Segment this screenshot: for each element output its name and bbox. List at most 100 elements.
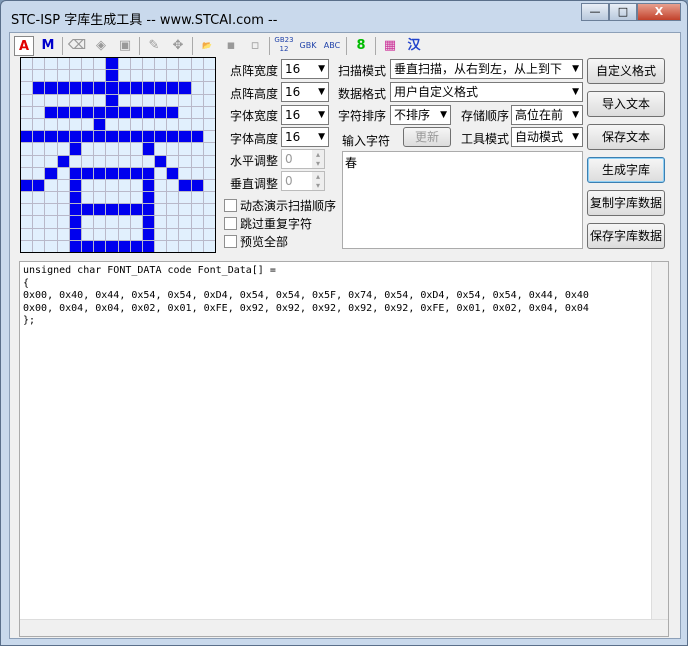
bitmap-cell[interactable]	[167, 82, 179, 94]
bitmap-cell[interactable]	[179, 204, 191, 216]
bitmap-cell[interactable]	[106, 58, 118, 70]
bitmap-cell[interactable]	[106, 216, 118, 228]
bitmap-cell[interactable]	[142, 155, 155, 167]
bitmap-cell[interactable]	[45, 58, 57, 70]
char-order-select[interactable]: 不排序	[390, 105, 451, 125]
bitmap-cell[interactable]	[69, 70, 81, 82]
bitmap-cell[interactable]	[45, 143, 57, 155]
bitmap-cell[interactable]	[57, 58, 69, 70]
bitmap-cell[interactable]	[45, 94, 57, 106]
bitmap-cell[interactable]	[130, 82, 142, 94]
pencil-icon[interactable]: ✎	[144, 36, 164, 56]
bitmap-cell[interactable]	[155, 204, 167, 216]
bitmap-cell[interactable]	[45, 240, 57, 252]
bitmap-cell[interactable]	[179, 94, 191, 106]
bitmap-cell[interactable]	[130, 94, 142, 106]
bitmap-cell[interactable]	[33, 106, 45, 118]
input-chars-field[interactable]: 春	[342, 151, 583, 249]
bitmap-cell[interactable]	[81, 155, 94, 167]
bitmap-cell[interactable]	[21, 179, 33, 192]
bitmap-cell[interactable]	[21, 143, 33, 155]
bitmap-cell[interactable]	[155, 240, 167, 252]
bitmap-cell[interactable]	[142, 106, 155, 118]
bitmap-cell[interactable]	[130, 106, 142, 118]
bitmap-cell[interactable]	[21, 118, 33, 131]
bitmap-cell[interactable]	[81, 94, 94, 106]
bitmap-cell[interactable]	[118, 204, 130, 216]
bitmap-cell[interactable]	[81, 179, 94, 192]
output-code-area[interactable]: unsigned char FONT_DATA code Font_Data[]…	[19, 261, 669, 637]
bitmap-cell[interactable]	[81, 228, 94, 240]
bitmap-cell[interactable]	[130, 70, 142, 82]
bitmap-cell[interactable]	[179, 228, 191, 240]
bitmap-cell[interactable]	[191, 204, 203, 216]
bitmap-cell[interactable]	[81, 58, 94, 70]
scan-mode-select[interactable]: 垂直扫描，从右到左，从上到下	[390, 59, 583, 79]
bitmap-cell[interactable]	[191, 58, 203, 70]
bitmap-cell[interactable]	[45, 70, 57, 82]
bitmap-cell[interactable]	[203, 167, 215, 179]
bitmap-cell[interactable]	[57, 240, 69, 252]
bitmap-cell[interactable]	[155, 106, 167, 118]
bitmap-cell[interactable]	[81, 131, 94, 143]
bitmap-cell[interactable]	[57, 155, 69, 167]
bitmap-cell[interactable]	[69, 167, 81, 179]
bitmap-cell[interactable]	[94, 143, 106, 155]
bitmap-cell[interactable]	[142, 143, 155, 155]
bitmap-cell[interactable]	[106, 228, 118, 240]
bitmap-cell[interactable]	[167, 179, 179, 192]
bitmap-cell[interactable]	[179, 192, 191, 204]
bitmap-cell[interactable]	[191, 106, 203, 118]
bitmap-cell[interactable]	[45, 82, 57, 94]
bitmap-cell[interactable]	[191, 82, 203, 94]
bitmap-cell[interactable]	[203, 106, 215, 118]
bitmap-cell[interactable]	[167, 70, 179, 82]
bitmap-cell[interactable]	[57, 228, 69, 240]
bitmap-cell[interactable]	[118, 131, 130, 143]
bitmap-cell[interactable]	[33, 58, 45, 70]
bitmap-cell[interactable]	[45, 192, 57, 204]
bitmap-cell[interactable]	[191, 70, 203, 82]
bitmap-cell[interactable]	[57, 70, 69, 82]
v-adjust-spinner[interactable]: 0	[281, 171, 325, 191]
save-text-button[interactable]: 保存文本	[587, 124, 665, 150]
bitmap-cell[interactable]	[69, 155, 81, 167]
bitmap-cell[interactable]	[69, 240, 81, 252]
bitmap-cell[interactable]	[21, 216, 33, 228]
bitmap-cell[interactable]	[155, 82, 167, 94]
bitmap-cell[interactable]	[94, 70, 106, 82]
bitmap-cell[interactable]	[167, 192, 179, 204]
vertical-scrollbar[interactable]	[651, 262, 668, 619]
bitmap-cell[interactable]	[155, 179, 167, 192]
close-button[interactable]: X	[637, 3, 681, 21]
bitmap-cell[interactable]	[155, 228, 167, 240]
bitmap-cell[interactable]	[179, 82, 191, 94]
bitmap-cell[interactable]	[33, 240, 45, 252]
bitmap-cell[interactable]	[106, 106, 118, 118]
bitmap-cell[interactable]	[33, 167, 45, 179]
bitmap-cell[interactable]	[94, 204, 106, 216]
bitmap-cell[interactable]	[45, 155, 57, 167]
bitmap-cell[interactable]	[130, 167, 142, 179]
bitmap-cell[interactable]	[118, 192, 130, 204]
bitmap-cell[interactable]	[155, 131, 167, 143]
bitmap-cell[interactable]	[69, 228, 81, 240]
bitmap-cell[interactable]	[94, 94, 106, 106]
bitmap-cell[interactable]	[94, 216, 106, 228]
bitmap-cell[interactable]	[167, 240, 179, 252]
bitmap-cell[interactable]	[191, 143, 203, 155]
bitmap-cell[interactable]	[106, 94, 118, 106]
bitmap-cell[interactable]	[142, 204, 155, 216]
bitmap-cell[interactable]	[45, 179, 57, 192]
bitmap-cell[interactable]	[81, 106, 94, 118]
bitmap-cell[interactable]	[203, 240, 215, 252]
bitmap-cell[interactable]	[81, 143, 94, 155]
bitmap-cell[interactable]	[33, 143, 45, 155]
bitmap-cell[interactable]	[130, 131, 142, 143]
bitmap-cell[interactable]	[203, 82, 215, 94]
bitmap-cell[interactable]	[94, 192, 106, 204]
bitmap-cell[interactable]	[81, 118, 94, 131]
bitmap-cell[interactable]	[81, 192, 94, 204]
bitmap-cell[interactable]	[203, 94, 215, 106]
bitmap-cell[interactable]	[203, 216, 215, 228]
